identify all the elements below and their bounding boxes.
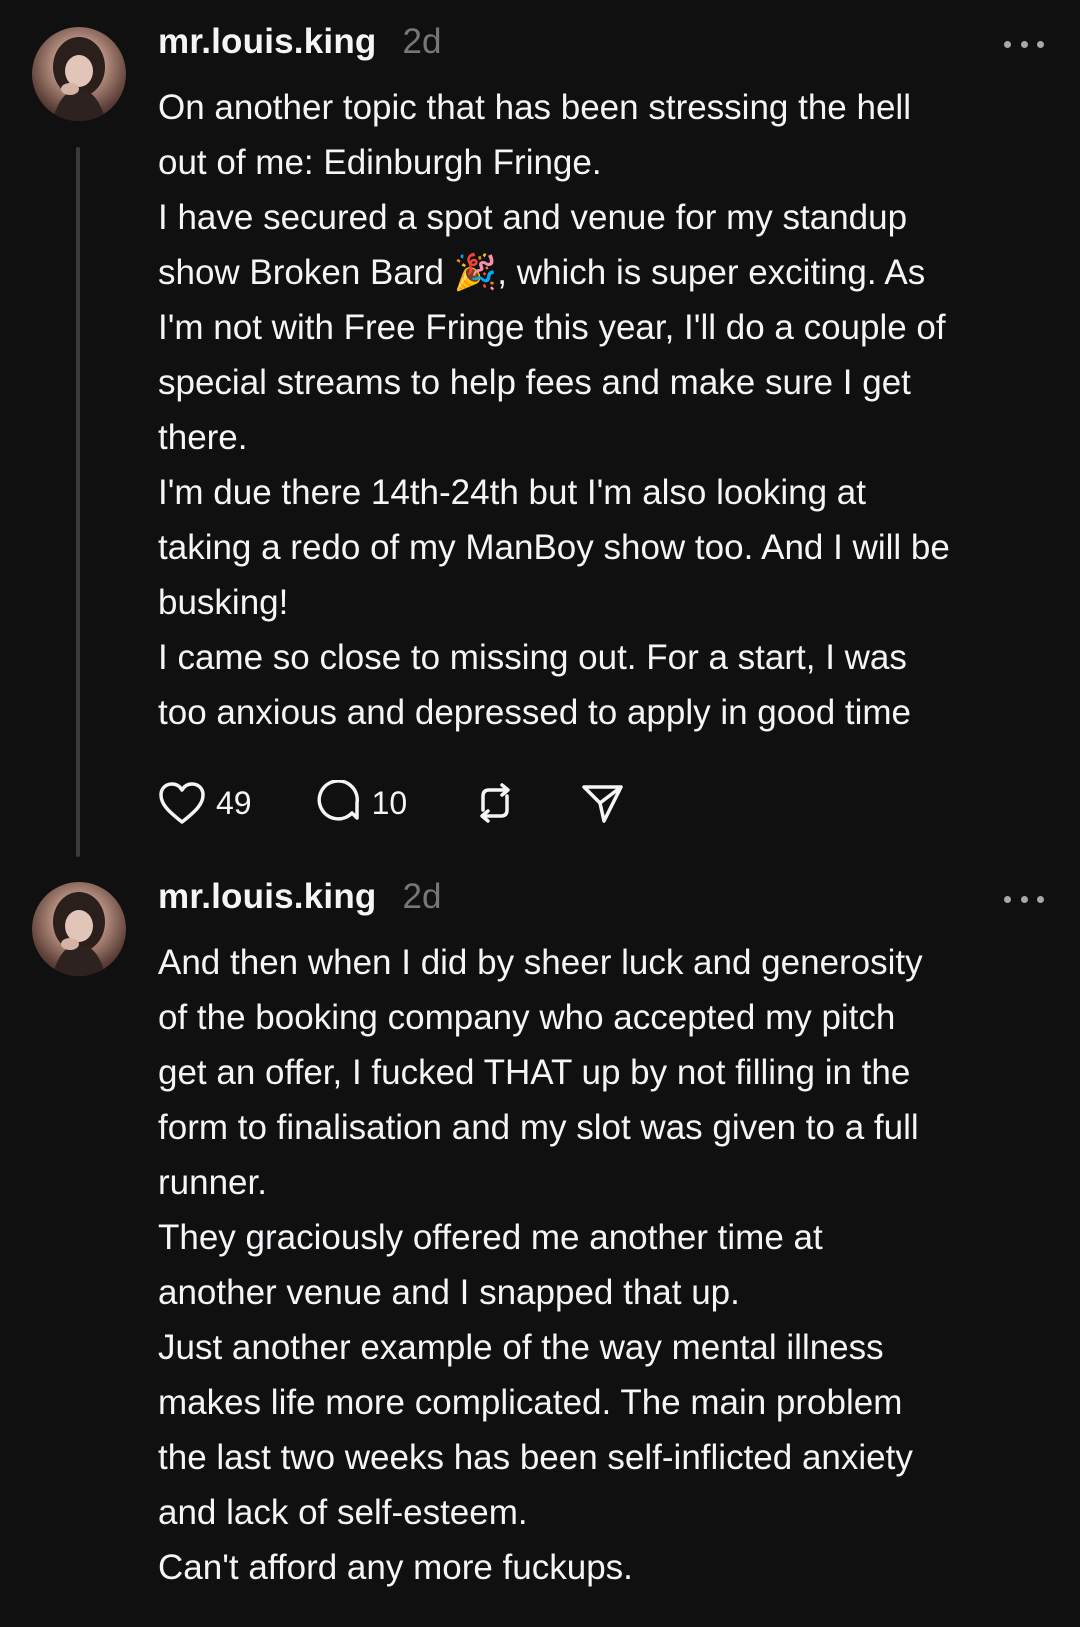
post-text-line: runner. (158, 1163, 267, 1202)
post-text-line: another venue and I snapped that up. (158, 1273, 740, 1312)
post-text: And then when I did by sheer luck and ge… (158, 935, 1058, 1595)
avatar[interactable] (32, 27, 126, 121)
timestamp: 2d (402, 877, 442, 916)
more-options-icon[interactable] (1004, 893, 1044, 905)
post-text-line: I came so close to missing out. For a st… (158, 638, 907, 677)
post-text-line: I'm due there 14th-24th but I'm also loo… (158, 473, 866, 512)
post-text-line: get an offer, I fucked THAT up by not fi… (158, 1053, 911, 1092)
repost-button[interactable] (471, 780, 519, 826)
more-options-icon[interactable] (1004, 38, 1044, 50)
username[interactable]: mr.louis.king (158, 877, 376, 917)
post-text-line: too anxious and depressed to apply in go… (158, 693, 912, 732)
post-text-line: of the booking company who accepted my p… (158, 998, 896, 1037)
post-text-line: makes life more complicated. The main pr… (158, 1383, 903, 1422)
post-text-line: taking a redo of my ManBoy show too. And… (158, 528, 950, 567)
share-icon (579, 781, 625, 825)
like-count: 49 (216, 784, 252, 821)
post-text-line: On another topic that has been stressing… (158, 88, 911, 127)
timestamp: 2d (402, 22, 442, 61)
post-actions: 49 10 (158, 778, 675, 828)
share-button[interactable] (579, 781, 625, 825)
post-text-line: out of me: Edinburgh Fringe. (158, 143, 602, 182)
thread-post: mr.louis.king 2d On another topic that h… (0, 0, 1080, 857)
repost-icon (471, 780, 519, 826)
heart-icon (158, 781, 206, 825)
post-text-line: the last two weeks has been self-inflict… (158, 1438, 913, 1477)
thread-line (76, 147, 80, 857)
reply-button[interactable]: 10 (316, 780, 408, 826)
post-text-line: special streams to help fees and make su… (158, 363, 911, 402)
post-text-line: And then when I did by sheer luck and ge… (158, 943, 923, 982)
comment-icon (316, 780, 362, 826)
post-text-line: form to finalisation and my slot was giv… (158, 1108, 919, 1147)
post-text-line: Just another example of the way mental i… (158, 1328, 884, 1367)
post-text-line: They graciously offered me another time … (158, 1218, 823, 1257)
post-header: mr.louis.king 2d (158, 877, 441, 917)
post-text-line: I'm not with Free Fringe this year, I'll… (158, 308, 946, 347)
post-text-line: Can't afford any more fuckups. (158, 1548, 633, 1587)
like-button[interactable]: 49 (158, 781, 252, 825)
reply-count: 10 (371, 784, 408, 821)
post-text-line: I have secured a spot and venue for my s… (158, 198, 908, 237)
thread-post: mr.louis.king 2d And then when I did by … (0, 855, 1080, 1627)
post-text-line: show Broken Bard 🎉, which is super excit… (158, 253, 926, 292)
post-text-line: busking! (158, 583, 289, 622)
post-text: On another topic that has been stressing… (158, 80, 1058, 740)
post-text-line: there. (158, 418, 248, 457)
username[interactable]: mr.louis.king (158, 22, 376, 62)
post-header: mr.louis.king 2d (158, 22, 441, 62)
post-text-line: and lack of self-esteem. (158, 1493, 528, 1532)
avatar[interactable] (32, 882, 126, 976)
